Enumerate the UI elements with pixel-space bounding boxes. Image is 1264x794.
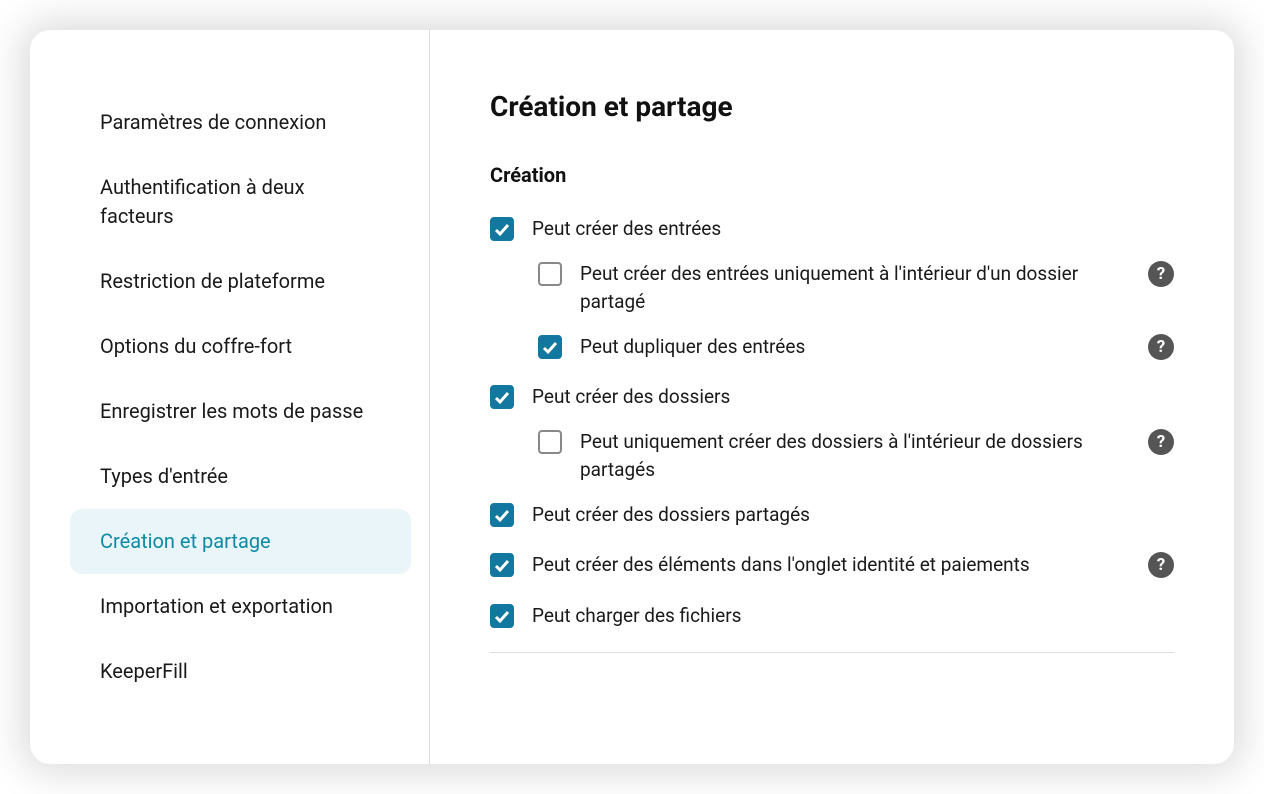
option-label: Peut uniquement créer des dossiers à l'i… bbox=[580, 428, 1130, 485]
section-title-creation: Création bbox=[490, 163, 1174, 187]
page-title: Création et partage bbox=[490, 90, 1174, 123]
option-label: Peut dupliquer des entrées bbox=[580, 333, 1134, 362]
content-area: Création et partage Création Peut créer … bbox=[430, 30, 1234, 764]
checkbox-can-create-shared-folders[interactable] bbox=[490, 503, 514, 527]
option-label: Peut créer des éléments dans l'onglet id… bbox=[532, 551, 1134, 580]
sidebar-item-platform-restriction[interactable]: Restriction de plateforme bbox=[70, 249, 411, 314]
checkbox-can-create-folders[interactable] bbox=[490, 385, 514, 409]
option-label: Peut créer des dossiers bbox=[532, 383, 1174, 412]
help-icon[interactable]: ? bbox=[1148, 261, 1174, 287]
sidebar-item-keeperfill[interactable]: KeeperFill bbox=[70, 639, 411, 704]
section-divider bbox=[490, 652, 1174, 653]
option-entries-shared-only: Peut créer des entrées uniquement à l'in… bbox=[490, 260, 1174, 317]
option-label: Peut créer des entrées bbox=[532, 215, 1174, 244]
checkbox-can-create-entries[interactable] bbox=[490, 217, 514, 241]
help-icon[interactable]: ? bbox=[1148, 334, 1174, 360]
option-can-create-identity-payments: Peut créer des éléments dans l'onglet id… bbox=[490, 551, 1174, 580]
option-label: Peut charger des fichiers bbox=[532, 602, 1174, 631]
checkbox-can-upload-files[interactable] bbox=[490, 604, 514, 628]
check-icon bbox=[542, 339, 558, 355]
sidebar-item-save-passwords[interactable]: Enregistrer les mots de passe bbox=[70, 379, 411, 444]
option-can-create-entries: Peut créer des entrées bbox=[490, 215, 1174, 244]
option-can-create-shared-folders: Peut créer des dossiers partagés bbox=[490, 501, 1174, 530]
option-label: Peut créer des dossiers partagés bbox=[532, 501, 1174, 530]
sidebar-item-entry-types[interactable]: Types d'entrée bbox=[70, 444, 411, 509]
option-folders-shared-only: Peut uniquement créer des dossiers à l'i… bbox=[490, 428, 1174, 485]
sidebar-item-two-factor[interactable]: Authentification à deux facteurs bbox=[70, 155, 411, 249]
sidebar-item-login-settings[interactable]: Paramètres de connexion bbox=[70, 90, 411, 155]
check-icon bbox=[494, 557, 510, 573]
check-icon bbox=[494, 507, 510, 523]
help-icon[interactable]: ? bbox=[1148, 429, 1174, 455]
help-icon[interactable]: ? bbox=[1148, 552, 1174, 578]
sidebar-item-import-export[interactable]: Importation et exportation bbox=[70, 574, 411, 639]
check-icon bbox=[494, 221, 510, 237]
sidebar-item-creation-sharing[interactable]: Création et partage bbox=[70, 509, 411, 574]
checkbox-can-duplicate-entries[interactable] bbox=[538, 335, 562, 359]
settings-sidebar: Paramètres de connexion Authentification… bbox=[30, 30, 430, 764]
check-icon bbox=[494, 608, 510, 624]
settings-panel: Paramètres de connexion Authentification… bbox=[30, 30, 1234, 764]
checkbox-can-create-identity-payments[interactable] bbox=[490, 553, 514, 577]
option-can-duplicate-entries: Peut dupliquer des entrées ? bbox=[490, 333, 1174, 362]
check-icon bbox=[494, 389, 510, 405]
sidebar-item-vault-options[interactable]: Options du coffre-fort bbox=[70, 314, 411, 379]
option-can-create-folders: Peut créer des dossiers bbox=[490, 383, 1174, 412]
option-label: Peut créer des entrées uniquement à l'in… bbox=[580, 260, 1130, 317]
checkbox-folders-shared-only[interactable] bbox=[538, 430, 562, 454]
option-can-upload-files: Peut charger des fichiers bbox=[490, 602, 1174, 631]
checkbox-entries-shared-only[interactable] bbox=[538, 262, 562, 286]
